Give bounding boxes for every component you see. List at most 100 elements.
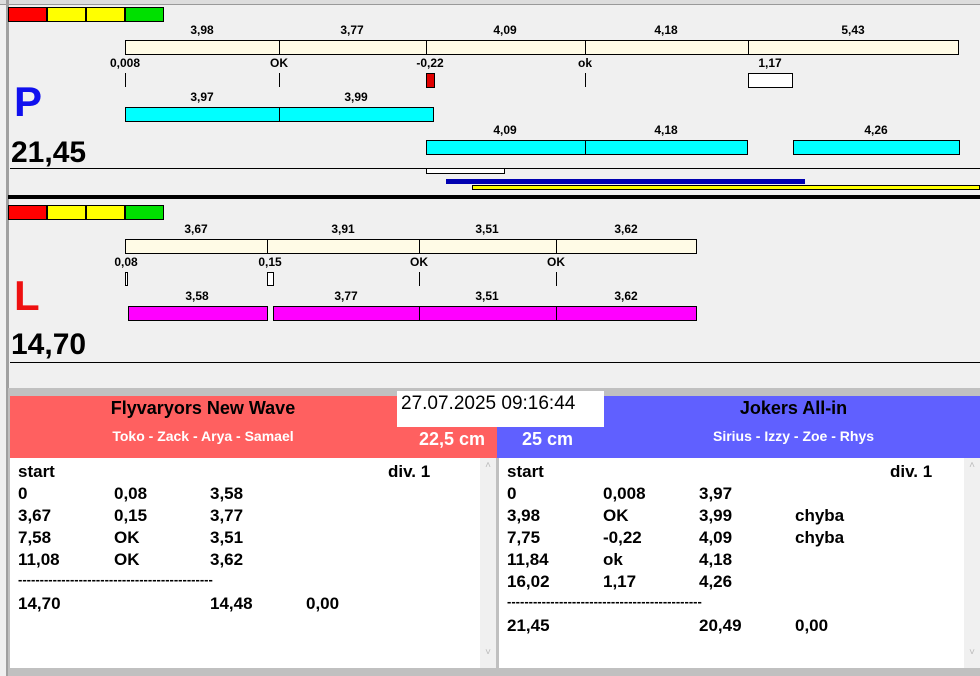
result-cell: OK (603, 506, 629, 525)
status-yellow (86, 205, 125, 220)
status-yellow (86, 7, 125, 22)
mark-label: ok (577, 56, 593, 70)
segment-label: 3,62 (614, 289, 638, 303)
status-yellow (47, 205, 86, 220)
result-cell: 0 (18, 484, 28, 503)
mark-label: -0,22 (416, 56, 444, 70)
top-strip (0, 0, 980, 5)
status-red (8, 7, 47, 22)
segment (125, 239, 268, 254)
mark-label: OK (270, 56, 288, 70)
segment-label: 4,09 (493, 23, 517, 37)
status-red (8, 205, 47, 220)
segment-label: 3,51 (475, 222, 499, 236)
start-label: start (507, 462, 544, 481)
tick (279, 73, 280, 87)
segment (556, 239, 697, 254)
result-cell: 4,26 (699, 572, 733, 591)
segment (279, 107, 434, 122)
total-cell: 14,70 (18, 594, 61, 613)
division-label: div. 1 (388, 462, 431, 481)
result-cell: 4,18 (699, 550, 733, 569)
right-result-list[interactable]: ˄ ˅ start div. 1 0 0,008 3,97 3,98 OK 3,99 chyb… (499, 458, 980, 668)
segment (267, 239, 420, 254)
segment-label: 3,97 (190, 90, 214, 104)
segment (125, 40, 280, 55)
scrollbar[interactable]: ˄ ˅ (480, 458, 496, 668)
mark-label: 1,17 (758, 56, 782, 70)
division-label: div. 1 (890, 462, 933, 481)
segment (426, 40, 586, 55)
scrollbar[interactable]: ˄ ˅ (964, 458, 980, 668)
status-yellow (47, 7, 86, 22)
team-members: Sirius - Izzy - Zoe - Rhys (712, 428, 875, 444)
segment (128, 306, 268, 321)
mark-label: 0,008 (109, 56, 141, 70)
segment-label: 4,18 (654, 23, 678, 37)
result-cell: chyba (795, 528, 845, 547)
result-cell: 3,67 (18, 506, 52, 525)
error-marker (426, 73, 435, 88)
team-name: Jokers All-in (739, 398, 848, 418)
segment-label: 3,51 (475, 289, 499, 303)
result-cell: 11,84 (507, 550, 549, 569)
separator: ----------------------------------------… (18, 572, 213, 587)
segment (793, 140, 960, 155)
segment-label: 3,77 (340, 23, 364, 37)
status-green (125, 7, 164, 22)
result-cell: 0,08 (114, 484, 148, 503)
segment-label: 3,99 (344, 90, 368, 104)
lane-letter: L (14, 272, 40, 319)
tick (556, 272, 557, 286)
lane-divider (8, 195, 980, 199)
segment (585, 140, 748, 155)
mark-label: 0,08 (114, 255, 138, 269)
result-cell: 16,02 (507, 572, 550, 591)
mark-label: 0,15 (258, 255, 282, 269)
result-cell: 3,98 (507, 506, 541, 525)
lane-total: 21,45 (11, 136, 87, 169)
separator: ----------------------------------------… (507, 594, 702, 609)
result-cell: OK (114, 528, 140, 547)
segment (556, 306, 697, 321)
total-cell: 0,00 (306, 594, 340, 613)
result-cell: OK (114, 550, 140, 569)
total-cell: 14,48 (210, 594, 253, 613)
gap-marker (125, 272, 128, 286)
segment-label: 3,91 (331, 222, 355, 236)
segment (748, 40, 959, 55)
total-cell: 20,49 (699, 616, 742, 635)
segment (585, 40, 749, 55)
segment (426, 140, 586, 155)
result-cell: 3,99 (699, 506, 733, 525)
result-cell: 3,51 (210, 528, 244, 547)
segment-label: 4,26 (864, 123, 888, 137)
left-result-list[interactable]: ˄ ˅ start div. 1 0 0,08 3,58 3,67 0,15 3,77 7,5… (10, 458, 496, 668)
lane-letter: P (14, 78, 43, 125)
result-cell: chyba (795, 506, 845, 525)
segment (125, 107, 280, 122)
status-green (125, 205, 164, 220)
segment (419, 306, 557, 321)
segment-label: 3,67 (184, 222, 208, 236)
lane-total: 14,70 (11, 328, 87, 361)
result-cell: 0,008 (603, 484, 646, 503)
result-cell: 3,62 (210, 550, 244, 569)
result-cell: 7,75 (507, 528, 541, 547)
segment-label: 3,98 (190, 23, 214, 37)
progress-bar-yellow (472, 185, 980, 190)
segment-label: 3,77 (334, 289, 358, 303)
progress-bar-blue (446, 179, 805, 184)
result-cell: 3,58 (210, 484, 244, 503)
tick (419, 272, 420, 286)
result-cell: 0 (507, 484, 517, 503)
result-cell: 7,58 (18, 528, 52, 547)
total-cell: 21,45 (507, 616, 550, 635)
tick (125, 73, 126, 87)
segment-label: 3,62 (614, 222, 638, 236)
timestamp: 27.07.2025 09:16:44 (397, 391, 604, 427)
tick (585, 73, 586, 87)
segment-label: 5,43 (841, 23, 865, 37)
distance: 22,5 cm (418, 429, 485, 449)
result-cell: 0,15 (114, 506, 148, 525)
